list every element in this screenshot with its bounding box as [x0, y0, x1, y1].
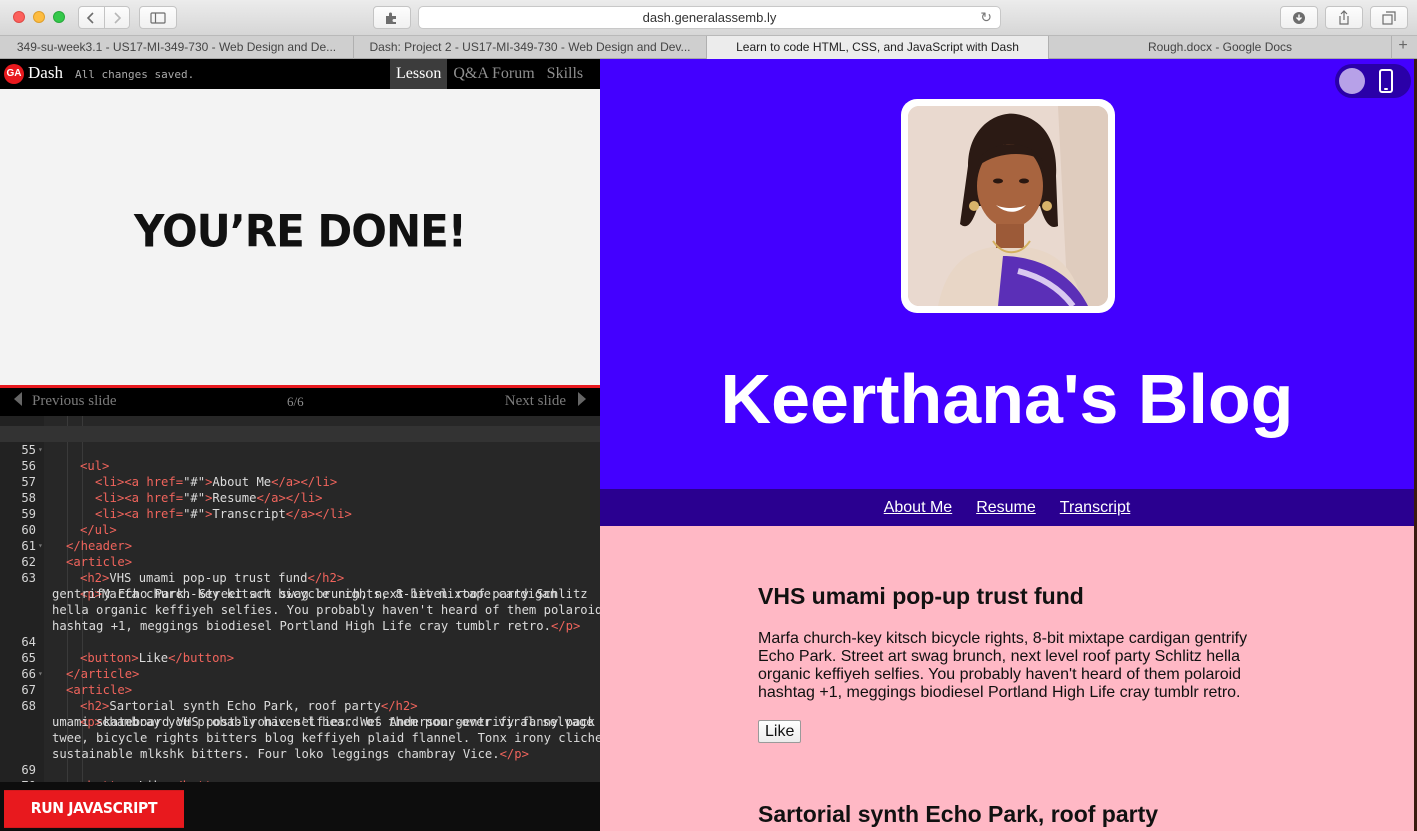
reload-icon[interactable]: ↻ [980, 7, 992, 28]
chevron-left-icon [87, 11, 94, 24]
mobile-phone-icon [1379, 69, 1393, 93]
code-line: 63 <p>Marfa church-key kitsch bicycle ri… [0, 554, 600, 601]
code-line: 55 ▾ <ul> [0, 426, 600, 473]
tab-qa-forum[interactable]: Q&A Forum [447, 59, 540, 89]
profile-photo-image [908, 106, 1108, 306]
new-tab-button[interactable]: + [1392, 36, 1414, 58]
url-text: dash.generalassemb.ly [642, 10, 777, 25]
slide-heading: YOU’RE DONE! [134, 205, 467, 258]
share-button[interactable] [1325, 6, 1363, 29]
nav-link-resume[interactable]: Resume [976, 499, 1036, 517]
device-toggle[interactable] [1335, 64, 1411, 98]
maximize-window-button[interactable] [53, 11, 65, 23]
blog-title: Keerthana's Blog [720, 360, 1294, 438]
blog-article: Sartorial synth Echo Park, roof party [758, 801, 1258, 828]
preview-panel: Keerthana's Blog About Me Resume Transcr… [600, 59, 1417, 831]
blog-nav: About Me Resume Transcript [600, 489, 1414, 526]
download-icon [1293, 11, 1305, 24]
run-bar: RUN JAVASCRIPT [0, 782, 600, 831]
next-slide-button[interactable]: Next slide [505, 392, 586, 410]
sidebar-button[interactable] [139, 6, 177, 29]
tab-lesson[interactable]: Lesson [390, 59, 448, 89]
browser-tab[interactable]: 349-su-week3.1 - US17-MI-349-730 - Web D… [0, 36, 354, 59]
browser-tab[interactable]: Rough.docx - Google Docs [1049, 36, 1392, 59]
like-button[interactable]: Like [758, 720, 802, 743]
code-line: 61 ▾ <article> [0, 522, 600, 569]
puzzle-icon [386, 12, 396, 24]
tab-skills[interactable]: Skills [541, 59, 589, 89]
slide-counter: 6/6 [287, 394, 304, 409]
close-window-button[interactable] [13, 11, 25, 23]
sidebar-icon [150, 11, 166, 24]
slide-navigation: Previous slide 6/6 Next slide [0, 388, 600, 416]
chevron-right-icon [114, 11, 121, 24]
code-line: twee, bicycle rights bitters blog keffiy… [0, 714, 600, 745]
code-line: 56 <li><a href="#">About Me</a></li> [0, 442, 600, 489]
code-line: 59 </ul> [0, 490, 600, 537]
code-line: umami skateboard VHS post-ironic selfies… [0, 698, 600, 729]
code-line: 69 <button>Like</button> [0, 746, 600, 782]
article-title: VHS umami pop-up trust fund [758, 583, 1084, 609]
tabs-icon [1382, 10, 1396, 25]
code-line: 68 <p>chambray you probably haven't hear… [0, 682, 600, 729]
tab-overview-button[interactable] [1370, 6, 1408, 29]
next-slide-label: Next slide [504, 393, 566, 409]
dash-title: Dash [28, 63, 63, 82]
code-line: 57 <li><a href="#">Resume</a></li> [0, 458, 600, 505]
profile-photo [901, 99, 1115, 313]
dash-panel: GA Dash All changes saved. Lesson Q&A Fo… [0, 59, 600, 831]
lesson-tabs: Lesson Q&A Forum Skills [390, 59, 589, 89]
minimize-window-button[interactable] [33, 11, 45, 23]
blog-article: VHS umami pop-up trust fund Marfa church… [758, 583, 1258, 743]
previous-slide-button[interactable]: Previous slide [14, 392, 117, 410]
code-line: 58 <li><a href="#">Transcript</a></li> [0, 474, 600, 521]
history-nav [78, 6, 130, 29]
browser-tab[interactable]: Dash: Project 2 - US17-MI-349-730 - Web … [354, 36, 707, 59]
code-line: sustainable mlkshk bitters. Four loko le… [52, 747, 529, 761]
code-line: 65 </article> [0, 634, 600, 681]
code-line: 67 <h2>Sartorial synth Echo Park, roof p… [0, 666, 600, 713]
downloads-button[interactable] [1280, 6, 1318, 29]
code-line: 62 <h2>VHS umami pop-up trust fund</h2> [0, 538, 600, 585]
code-line: 60 </header> [0, 506, 600, 553]
arrow-left-icon [14, 392, 22, 406]
nav-link-transcript[interactable]: Transcript [1060, 499, 1131, 517]
share-icon [1339, 9, 1349, 25]
nav-link-about-me[interactable]: About Me [884, 499, 952, 517]
article-title: Sartorial synth Echo Park, roof party [758, 801, 1159, 827]
back-button[interactable] [79, 7, 104, 28]
toggle-knob [1339, 68, 1365, 94]
code-editor[interactable]: 55 ▾ <ul> 56 <li><a href="#">About Me</a>… [0, 416, 600, 782]
save-status: All changes saved. [75, 68, 195, 81]
previous-slide-label: Previous slide [32, 393, 117, 409]
address-bar[interactable]: dash.generalassemb.ly ↻ [418, 6, 1001, 29]
extension-button[interactable] [373, 6, 411, 29]
article-body: Marfa church-key kitsch bicycle rights, … [758, 630, 1248, 701]
code-line: 66 ▾ <article> [0, 650, 600, 697]
code-line: hella organic keffiyeh selfies. You prob… [0, 586, 600, 617]
browser-tab-active[interactable]: Learn to code HTML, CSS, and JavaScript … [707, 36, 1049, 59]
code-line: hashtag +1, meggings biodiesel Portland … [52, 619, 581, 633]
arrow-right-icon [578, 392, 586, 406]
blog-header: Keerthana's Blog [600, 59, 1414, 489]
code-line: 70 </article> [0, 762, 600, 782]
ga-logo: GA [4, 64, 24, 84]
code-line: gentrify Echo Park. Street art swag brun… [0, 570, 600, 601]
dash-header: GA Dash All changes saved. Lesson Q&A Fo… [0, 59, 600, 89]
portrait-illustration [908, 106, 1108, 306]
run-javascript-button[interactable]: RUN JAVASCRIPT [4, 790, 184, 828]
browser-toolbar: dash.generalassemb.ly ↻ [0, 0, 1417, 36]
lesson-slide: YOU’RE DONE! [0, 89, 600, 385]
forward-button[interactable] [103, 7, 130, 28]
tab-bar: 349-su-week3.1 - US17-MI-349-730 - Web D… [0, 36, 1417, 59]
code-line: 64 <button>Like</button> [0, 618, 600, 665]
